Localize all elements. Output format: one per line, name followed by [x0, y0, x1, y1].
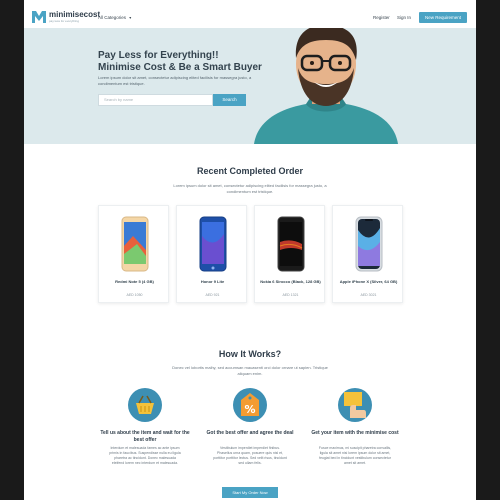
brand-name: minimisecost [49, 10, 101, 19]
phone-image-nokia [277, 216, 305, 272]
step-description: Vestibulum imperdiet imperdiet finibus. … [213, 446, 287, 465]
product-card[interactable]: Nokia 6 Sirocco (Black, 128 GB) AED 1321 [254, 205, 325, 303]
phone-image-honor [199, 216, 227, 272]
page: minimisecost pay less for everything All… [24, 0, 476, 500]
new-requirement-button[interactable]: New Requirement [419, 12, 467, 23]
how-it-works-section: How It Works? Donec vel lobortis malhy, … [24, 330, 476, 500]
phone-image-iphone [355, 216, 383, 272]
step-description: Interdum et malesuada fames ac ante ipsu… [109, 446, 181, 465]
recent-orders-list: Redmi Note 5 (4 GB) AED 1050 Honor 9 Lit… [98, 205, 403, 303]
how-it-works-title: How It Works? [218, 349, 282, 359]
search-input[interactable]: Search by name [98, 94, 213, 106]
product-price: AED 1321 [282, 293, 299, 297]
step-title: Get your item with the minimise cost [311, 430, 399, 436]
step-title: Got the best offer and agree the deal [206, 430, 294, 436]
svg-text:%: % [244, 403, 255, 416]
hero-person-image [254, 28, 398, 144]
brand-tagline: pay less for everything [49, 19, 80, 23]
register-link[interactable]: Register [373, 15, 390, 20]
buy-hand-icon [338, 388, 372, 422]
logo-mark-icon [32, 11, 46, 23]
product-card[interactable]: Redmi Note 5 (4 GB) AED 1050 [98, 205, 169, 303]
recent-orders-title: Recent Completed Order [196, 166, 304, 176]
chevron-down-icon: ▾ [129, 15, 132, 20]
product-price: AED 3021 [360, 293, 377, 297]
search-button[interactable]: Search [213, 94, 246, 106]
discount-tag-icon: % [233, 388, 267, 422]
hero-banner: Pay Less for Everything!! Minimise Cost … [24, 28, 476, 144]
step-title: Tell us about the item and wait for the … [100, 430, 190, 443]
product-card[interactable]: Apple iPhone X (Silver, 64 GB) AED 3021 [332, 205, 403, 303]
hero-subtitle: Lorem ipsum dolor sit amet, consectetur … [98, 75, 252, 86]
product-name: Honor 9 Lite [200, 279, 225, 284]
product-price: AED 921 [205, 293, 220, 297]
shopping-basket-icon [128, 388, 162, 422]
categories-label: All Categories [98, 15, 127, 20]
start-order-button[interactable]: Start My Order Now [222, 487, 278, 498]
categories-dropdown[interactable]: All Categories ▾ [98, 15, 131, 20]
product-name: Nokia 6 Sirocco (Black, 128 GB) [260, 279, 321, 284]
logo[interactable]: minimisecost pay less for everything [32, 11, 100, 23]
product-name: Redmi Note 5 (4 GB) [115, 279, 154, 284]
recent-orders-subtitle: Lorem ipsum dolor sit amet, consectetur … [173, 183, 327, 194]
signin-link[interactable]: Sign In [397, 15, 411, 20]
product-price: AED 1050 [126, 293, 143, 297]
phone-image-redmi [121, 216, 149, 272]
product-card[interactable]: Honor 9 Lite AED 921 [176, 205, 247, 303]
how-it-works-subtitle: Donec vel lobortis malhy, sed accumsan m… [172, 365, 328, 376]
product-name: Apple iPhone X (Silver, 64 GB) [339, 279, 398, 284]
step-description: Fusce maximus, mi suscipit pharetra conv… [318, 446, 392, 465]
